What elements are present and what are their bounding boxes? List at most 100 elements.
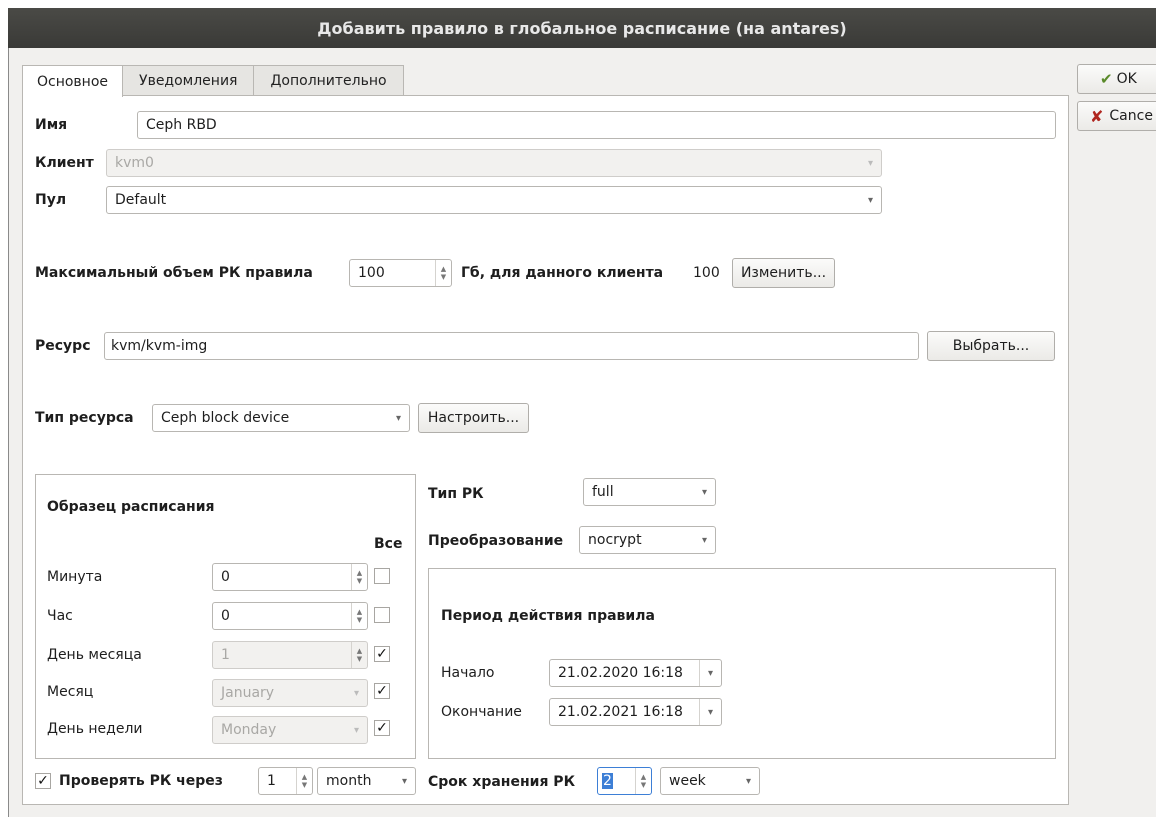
day-of-month-all-checkbox[interactable]: ✓ [374, 646, 390, 662]
chevron-down-icon[interactable]: ▾ [699, 699, 721, 725]
tab-main-label: Основное [37, 73, 109, 90]
retention-value: 2 [602, 773, 613, 789]
tab-bar: Основное Уведомления Дополнительно [22, 65, 404, 97]
resource-type-label: Тип ресурса [35, 410, 134, 426]
hour-all-checkbox[interactable] [374, 607, 390, 623]
minute-all-checkbox[interactable] [374, 568, 390, 584]
month-value: January [221, 685, 275, 701]
month-all-checkbox[interactable]: ✓ [374, 683, 390, 699]
client-max-value: 100 [693, 265, 720, 281]
retention-spinbox[interactable]: 2 ▲ ▼ [597, 767, 652, 795]
resource-type-select[interactable]: Ceph block device ▾ [152, 404, 410, 432]
name-value: Ceph RBD [146, 117, 217, 133]
start-label: Начало [441, 665, 495, 681]
end-value: 21.02.2021 16:18 [558, 704, 683, 720]
hour-value: 0 [221, 608, 230, 624]
backup-type-label: Тип РК [428, 486, 484, 502]
chevron-down-icon: ▾ [395, 412, 401, 424]
retention-label: Срок хранения РК [428, 774, 576, 790]
month-select: January ▾ [212, 679, 368, 707]
chevron-down-icon: ▾ [745, 775, 751, 787]
day-of-week-label: День недели [47, 721, 143, 737]
retention-unit-select[interactable]: week ▾ [660, 767, 760, 795]
chevron-down-icon[interactable]: ▾ [699, 660, 721, 686]
day-of-month-spinbox: 1 ▲ ▼ [212, 641, 368, 669]
day-of-week-all-checkbox[interactable]: ✓ [374, 720, 390, 736]
backup-type-select[interactable]: full ▾ [583, 478, 716, 506]
hour-label: Час [47, 608, 73, 624]
day-of-month-label: День месяца [47, 647, 142, 663]
max-size-spinbox[interactable]: 100 ▲ ▼ [349, 259, 452, 287]
configure-label: Настроить... [427, 410, 520, 426]
start-datetime[interactable]: 21.02.2020 16:18 ▾ [549, 659, 722, 687]
pool-label: Пул [35, 192, 67, 208]
window-title: Добавить правило в глобальное расписание… [317, 18, 847, 38]
name-label: Имя [35, 117, 68, 133]
cancel-button[interactable]: ✘ Cance [1077, 101, 1156, 131]
transform-select[interactable]: nocrypt ▾ [579, 526, 716, 554]
schedule-all-label: Все [374, 536, 403, 552]
chevron-down-icon: ▾ [701, 486, 707, 498]
minute-spinbox[interactable]: 0 ▲ ▼ [212, 563, 368, 591]
chevron-down-icon: ▾ [701, 534, 707, 546]
retention-unit-value: week [669, 773, 706, 789]
name-input[interactable]: Ceph RBD [137, 111, 1056, 139]
cancel-label: Cance [1109, 108, 1153, 124]
verify-label: Проверять РК через [59, 773, 223, 789]
chevron-down-icon: ▾ [401, 775, 407, 787]
period-title: Период действия правила [441, 608, 655, 624]
end-datetime[interactable]: 21.02.2021 16:18 ▾ [549, 698, 722, 726]
client-value: kvm0 [115, 155, 154, 171]
day-of-month-value: 1 [221, 647, 230, 663]
ok-label: OK [1116, 71, 1137, 87]
tab-notifications-label: Уведомления [139, 73, 238, 89]
verify-checkbox[interactable]: ✓ [35, 773, 51, 789]
configure-button[interactable]: Настроить... [418, 403, 529, 433]
spin-arrows-icon[interactable]: ▲ ▼ [351, 564, 367, 590]
resource-input[interactable]: kvm/kvm-img [104, 332, 919, 360]
day-of-week-value: Monday [221, 722, 277, 738]
spin-arrows-icon[interactable]: ▲ ▼ [635, 768, 651, 794]
backup-type-value: full [592, 484, 614, 500]
verify-unit-select[interactable]: month ▾ [317, 767, 416, 795]
window-titlebar[interactable]: Добавить правило в глобальное расписание… [8, 8, 1156, 48]
end-label: Окончание [441, 704, 522, 720]
max-size-value: 100 [358, 265, 385, 281]
day-of-week-select: Monday ▾ [212, 716, 368, 744]
pool-select[interactable]: Default ▾ [106, 186, 882, 214]
transform-label: Преобразование [428, 533, 564, 549]
spin-arrows-icon[interactable]: ▲ ▼ [351, 603, 367, 629]
period-group [428, 568, 1056, 759]
chevron-down-icon: ▾ [353, 724, 359, 736]
minute-label: Минута [47, 569, 103, 585]
tab-advanced[interactable]: Дополнительно [253, 65, 404, 96]
start-value: 21.02.2020 16:18 [558, 665, 683, 681]
ok-button[interactable]: ✔ OK [1077, 64, 1156, 94]
hour-spinbox[interactable]: 0 ▲ ▼ [212, 602, 368, 630]
pool-value: Default [115, 192, 167, 208]
resource-value: kvm/kvm-img [111, 338, 208, 354]
resource-label: Ресурс [35, 338, 91, 354]
tab-notifications[interactable]: Уведомления [122, 65, 255, 96]
tab-advanced-label: Дополнительно [270, 73, 387, 89]
spin-arrows-icon[interactable]: ▲ ▼ [435, 260, 451, 286]
client-label: Клиент [35, 155, 94, 171]
tab-main[interactable]: Основное [22, 65, 124, 97]
resource-type-value: Ceph block device [161, 410, 290, 426]
verify-spinbox[interactable]: 1 ▲ ▼ [258, 767, 313, 795]
transform-value: nocrypt [588, 532, 642, 548]
month-label: Месяц [47, 684, 94, 700]
chevron-down-icon: ▾ [867, 157, 873, 169]
verify-unit-value: month [326, 773, 372, 789]
verify-value: 1 [267, 773, 276, 789]
chevron-down-icon: ▾ [867, 194, 873, 206]
spin-arrows-icon[interactable]: ▲ ▼ [296, 768, 312, 794]
choose-label: Выбрать... [952, 338, 1030, 354]
minute-value: 0 [221, 569, 230, 585]
change-button[interactable]: Изменить... [732, 258, 835, 288]
change-label: Изменить... [740, 265, 827, 281]
max-size-suffix: Гб, для данного клиента [461, 265, 664, 281]
schedule-title: Образец расписания [47, 499, 215, 515]
checkmark-arrow-icon: ✔ [1100, 70, 1113, 88]
choose-button[interactable]: Выбрать... [927, 331, 1055, 361]
